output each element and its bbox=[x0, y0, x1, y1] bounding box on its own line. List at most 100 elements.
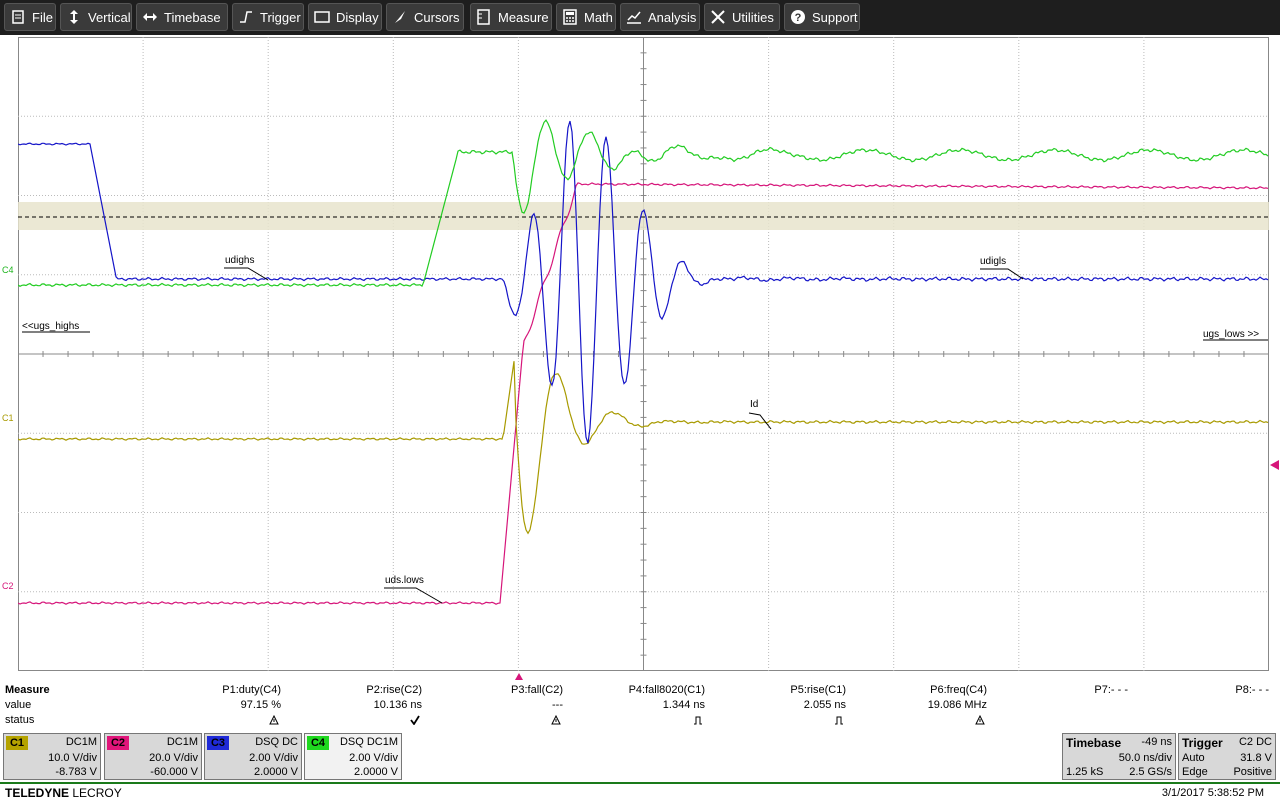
pulse-icon bbox=[694, 716, 702, 725]
menu-vertical-button[interactable]: Vertical bbox=[60, 3, 132, 31]
measure-param-value: --- bbox=[552, 699, 563, 711]
annotation-ugs-lows: ugs_lows >> bbox=[1203, 329, 1260, 340]
channel-coupling: DSQ DC bbox=[255, 736, 298, 748]
warning-icon bbox=[269, 715, 279, 725]
measure-param-name[interactable]: P1:duty(C4) bbox=[222, 684, 281, 696]
measure-param-name[interactable]: P3:fall(C2) bbox=[511, 684, 563, 696]
brand-light: LECROY bbox=[69, 786, 122, 800]
annotation-id: Id bbox=[750, 399, 759, 410]
waveform-grid[interactable] bbox=[18, 37, 1269, 671]
trigger-level-marker-icon[interactable] bbox=[1270, 460, 1280, 470]
timebase-tdiv: 50.0 ns/div bbox=[1118, 752, 1172, 764]
measure-row-value-label: value bbox=[5, 699, 32, 711]
svg-text:?: ? bbox=[795, 12, 802, 24]
check-icon bbox=[410, 715, 420, 725]
channel-offset: -8.783 V bbox=[55, 766, 97, 778]
trigger-panel[interactable]: Trigger C2 DC Auto 31.8 V Edge Positive bbox=[1178, 733, 1276, 780]
menu-utilities-button[interactable]: Utilities bbox=[704, 3, 780, 31]
channel-c1-panel[interactable]: C1 DC1M 10.0 V/div -8.783 V bbox=[3, 733, 101, 780]
channel-vdiv: 2.00 V/div bbox=[249, 752, 298, 764]
trigger-title: Trigger bbox=[1182, 736, 1223, 750]
measure-icon bbox=[476, 9, 492, 25]
menu-support-button[interactable]: ? Support bbox=[784, 3, 860, 31]
menu-file-button[interactable]: File bbox=[4, 3, 56, 31]
menu-bar: File Vertical Timebase Trigger Display C… bbox=[0, 0, 1280, 35]
menu-cursors-button[interactable]: Cursors bbox=[386, 3, 464, 31]
menu-vertical-label: Vertical bbox=[88, 9, 131, 25]
menu-trigger-button[interactable]: Trigger bbox=[232, 3, 304, 31]
channel-coupling: DC1M bbox=[166, 736, 198, 748]
measure-title: Measure bbox=[5, 684, 50, 696]
trigger-level: 31.8 V bbox=[1240, 752, 1272, 764]
timebase-rate: 2.5 GS/s bbox=[1129, 766, 1172, 778]
menu-analysis-button[interactable]: Analysis bbox=[620, 3, 700, 31]
measure-row-status-label: status bbox=[5, 714, 35, 726]
channel-vdiv: 10.0 V/div bbox=[48, 752, 97, 764]
menu-display-label: Display bbox=[336, 9, 379, 25]
timebase-panel[interactable]: Timebase -49 ns 50.0 ns/div 1.25 kS 2.5 … bbox=[1062, 733, 1176, 780]
measure-param-name[interactable]: P6:freq(C4) bbox=[930, 684, 987, 696]
warning-icon bbox=[975, 715, 985, 725]
c1-trace-marker[interactable]: C1 bbox=[2, 413, 14, 423]
footer-bar: TELEDYNE LECROY 3/1/2017 5:38:52 PM bbox=[0, 782, 1280, 802]
channel-c4-panel[interactable]: C4 DSQ DC1M 2.00 V/div 2.0000 V bbox=[304, 733, 402, 780]
channel-tag: C3 bbox=[207, 736, 229, 750]
math-icon bbox=[562, 9, 578, 25]
measure-param-name[interactable]: P5:rise(C1) bbox=[790, 684, 846, 696]
menu-cursors-label: Cursors bbox=[414, 9, 460, 25]
measure-param-name[interactable]: P7:- - - bbox=[1094, 684, 1128, 696]
channel-tag: C1 bbox=[6, 736, 28, 750]
measure-param-value: 19.086 MHz bbox=[927, 699, 987, 711]
brand-logo: TELEDYNE LECROY bbox=[5, 786, 122, 800]
channel-c2-panel[interactable]: C2 DC1M 20.0 V/div -60.000 V bbox=[104, 733, 202, 780]
channel-offset: 2.0000 V bbox=[353, 766, 398, 778]
measure-param-name[interactable]: P2:rise(C2) bbox=[366, 684, 422, 696]
support-icon: ? bbox=[790, 9, 806, 25]
pulse-icon bbox=[835, 716, 843, 725]
analysis-icon bbox=[626, 9, 642, 25]
display-icon bbox=[314, 9, 330, 25]
measure-param-name[interactable]: P4:fall8020(C1) bbox=[629, 684, 705, 696]
c2-trace-marker[interactable]: C2 bbox=[2, 581, 14, 591]
channel-offset: -60.000 V bbox=[150, 766, 198, 778]
trigger-slope: Positive bbox=[1233, 766, 1272, 778]
timebase-title: Timebase bbox=[1066, 736, 1122, 750]
trigger-level-band bbox=[18, 202, 1269, 230]
measure-table[interactable]: Measure value status P1:duty(C4) 97.15 %… bbox=[0, 682, 1280, 730]
cursors-icon bbox=[392, 9, 408, 25]
utilities-icon bbox=[710, 9, 726, 25]
trigger-type: Edge bbox=[1182, 766, 1208, 778]
measure-param-value: 1.344 ns bbox=[662, 699, 705, 711]
c4-trace-marker[interactable]: C4 bbox=[2, 265, 14, 275]
menu-measure-button[interactable]: Measure bbox=[470, 3, 552, 31]
trigger-icon bbox=[238, 9, 254, 25]
menu-timebase-button[interactable]: Timebase bbox=[136, 3, 228, 31]
channel-coupling: DC1M bbox=[65, 736, 97, 748]
datetime: 3/1/2017 5:38:52 PM bbox=[1161, 787, 1264, 799]
menu-math-button[interactable]: Math bbox=[556, 3, 616, 31]
menu-analysis-label: Analysis bbox=[648, 9, 697, 25]
trigger-mode: Auto bbox=[1182, 752, 1205, 764]
channel-tag: C4 bbox=[307, 736, 329, 750]
timebase-delay: -49 ns bbox=[1141, 736, 1172, 748]
timebase-samples: 1.25 kS bbox=[1066, 766, 1104, 778]
channel-c3-panel[interactable]: C3 DSQ DC 2.00 V/div 2.0000 V bbox=[204, 733, 302, 780]
measure-param-name[interactable]: P8:- - - bbox=[1235, 684, 1269, 696]
menu-utilities-label: Utilities bbox=[732, 9, 774, 25]
menu-math-label: Math bbox=[584, 9, 613, 25]
annotation-uds-lows: uds.lows bbox=[385, 575, 424, 586]
warning-icon bbox=[551, 715, 561, 725]
menu-display-button[interactable]: Display bbox=[308, 3, 382, 31]
annotation-ugs-highs: <<ugs_highs bbox=[22, 321, 80, 332]
channel-offset: 2.0000 V bbox=[253, 766, 298, 778]
measure-param-value: 97.15 % bbox=[240, 699, 281, 711]
trigger-position-marker-icon[interactable] bbox=[514, 672, 524, 681]
brand-bold: TELEDYNE bbox=[5, 786, 70, 800]
file-icon bbox=[10, 9, 26, 25]
annotation-udigls: udigls bbox=[980, 256, 1007, 267]
timebase-icon bbox=[142, 9, 158, 25]
menu-file-label: File bbox=[32, 9, 53, 25]
menu-measure-label: Measure bbox=[498, 9, 549, 25]
menu-timebase-label: Timebase bbox=[164, 9, 221, 25]
channel-vdiv: 2.00 V/div bbox=[349, 752, 398, 764]
